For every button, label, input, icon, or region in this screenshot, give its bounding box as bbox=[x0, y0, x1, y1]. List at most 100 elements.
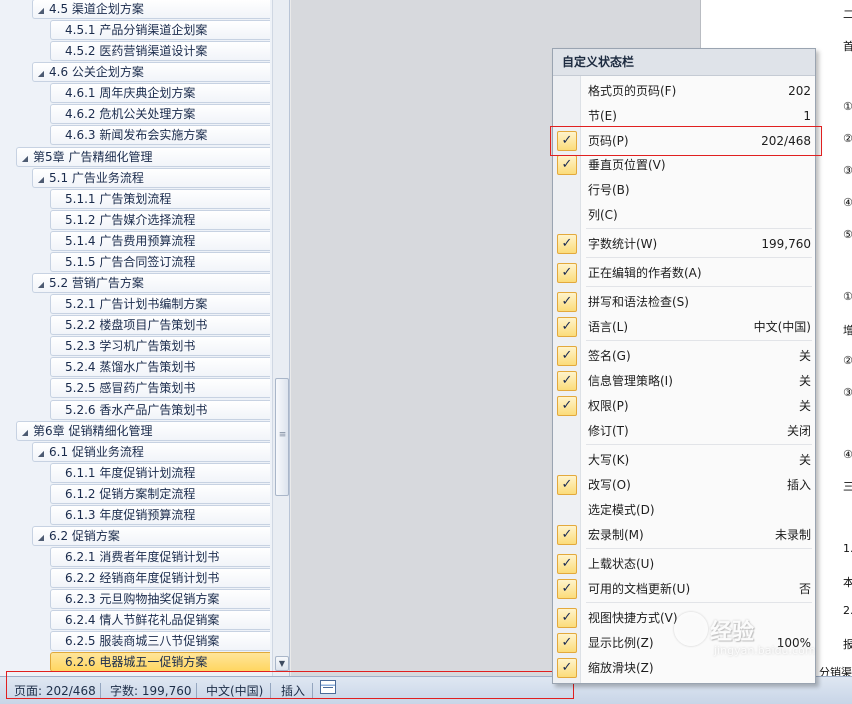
nav-chapter-item[interactable]: ◢ 第6章 促销精细化管理 bbox=[16, 421, 270, 441]
menu-item-label: 行号(B) bbox=[588, 183, 630, 197]
document-text: ③ bbox=[843, 164, 852, 177]
nav-subsection-item[interactable]: 5.1.4 广告费用预算流程 bbox=[50, 231, 270, 251]
nav-subsection-item[interactable]: 6.2.4 情人节鲜花礼品促销案 bbox=[50, 610, 270, 630]
nav-subsection-item[interactable]: 5.2.2 楼盘项目广告策划书 bbox=[50, 315, 270, 335]
menu-item[interactable]: ✓ 信息管理策略(I) 关 bbox=[553, 370, 815, 393]
watermark-text: 经验 bbox=[710, 620, 755, 645]
menu-item[interactable]: ✓ 上载状态(U) bbox=[553, 553, 815, 576]
menu-item[interactable]: 行号(B) bbox=[553, 179, 815, 202]
nav-subsection-item[interactable]: 4.6.2 危机公关处理方案 bbox=[50, 104, 270, 124]
menu-item[interactable]: ✓ 宏录制(M) 未录制 bbox=[553, 524, 815, 547]
nav-subsection-item[interactable]: 6.2.3 元旦购物抽奖促销方案 bbox=[50, 589, 270, 609]
nav-item-label: 5.2.6 香水产品广告策划书 bbox=[65, 403, 208, 417]
nav-subsection-item[interactable]: 4.5.2 医药营销渠道设计案 bbox=[50, 41, 270, 61]
document-text: ⑤ bbox=[843, 228, 852, 241]
nav-item-label: 5.2.3 学习机广告策划书 bbox=[65, 339, 196, 353]
menu-item-label: 拼写和语法检查(S) bbox=[588, 295, 689, 309]
nav-item-label: 5.2.2 楼盘项目广告策划书 bbox=[65, 318, 208, 332]
menu-item[interactable]: ✓ 语言(L) 中文(中国) bbox=[553, 316, 815, 339]
nav-section-item[interactable]: ◢ 5.2 营销广告方案 bbox=[32, 273, 270, 293]
menu-separator bbox=[586, 228, 812, 229]
menu-item[interactable]: ✓ 拼写和语法检查(S) bbox=[553, 291, 815, 314]
nav-section-item[interactable]: ◢ 6.1 促销业务流程 bbox=[32, 442, 270, 462]
menu-item[interactable]: ✓ 签名(G) 关 bbox=[553, 345, 815, 368]
nav-subsection-item[interactable]: 6.2.5 服装商城三八节促销案 bbox=[50, 631, 270, 651]
document-text: ② bbox=[843, 354, 852, 367]
document-text: 二 bbox=[843, 8, 852, 21]
nav-item-label: 6.1.2 促销方案制定流程 bbox=[65, 487, 196, 501]
menu-item[interactable]: 节(E) 1 bbox=[553, 105, 815, 128]
nav-scrollbar-thumb[interactable]: ≡ bbox=[275, 378, 289, 496]
collapse-triangle-icon[interactable]: ◢ bbox=[33, 275, 49, 292]
status-bar-highlight-box bbox=[6, 671, 574, 699]
menu-item-value: 插入 bbox=[786, 478, 811, 492]
paw-logo-icon bbox=[674, 612, 708, 646]
nav-subsection-item[interactable]: 5.2.4 蒸馏水广告策划书 bbox=[50, 357, 270, 377]
collapse-triangle-icon[interactable]: ◢ bbox=[17, 149, 33, 166]
checkmark-icon: ✓ bbox=[557, 371, 577, 391]
nav-subsection-item[interactable]: 5.2.5 感冒药广告策划书 bbox=[50, 378, 270, 398]
document-text: ③ bbox=[843, 386, 852, 399]
nav-subsection-item[interactable]: 4.6.3 新闻发布会实施方案 bbox=[50, 125, 270, 145]
collapse-triangle-icon[interactable]: ◢ bbox=[33, 444, 49, 461]
nav-subsection-item[interactable]: 5.2.3 学习机广告策划书 bbox=[50, 336, 270, 356]
scroll-down-arrow-icon[interactable]: ▼ bbox=[275, 656, 289, 671]
nav-subsection-item[interactable]: 5.1.5 广告合同签订流程 bbox=[50, 252, 270, 272]
nav-subsection-item[interactable]: 5.1.2 广告媒介选择流程 bbox=[50, 210, 270, 230]
nav-subsection-item[interactable]: 5.1.1 广告策划流程 bbox=[50, 189, 270, 209]
collapse-triangle-icon[interactable]: ◢ bbox=[33, 64, 49, 81]
nav-section-item[interactable]: ◢ 4.5 渠道企划方案 bbox=[32, 0, 270, 19]
menu-item[interactable]: ✓ 可用的文档更新(U) 否 bbox=[553, 578, 815, 601]
page-number-highlight-box bbox=[550, 126, 822, 156]
nav-section-item[interactable]: ◢ 6.2 促销方案 bbox=[32, 526, 270, 546]
document-text: ① bbox=[843, 290, 852, 303]
nav-item-label: 6.2 促销方案 bbox=[49, 529, 120, 543]
collapse-triangle-icon[interactable]: ◢ bbox=[33, 528, 49, 545]
nav-subsection-item[interactable]: 4.6.1 周年庆典企划方案 bbox=[50, 83, 270, 103]
menu-item[interactable]: ✓ 垂直页位置(V) bbox=[553, 154, 815, 177]
menu-item[interactable]: 修订(T) 关闭 bbox=[553, 420, 815, 443]
menu-item[interactable]: 列(C) bbox=[553, 204, 815, 227]
menu-item-label: 垂直页位置(V) bbox=[588, 158, 666, 172]
collapse-triangle-icon[interactable]: ◢ bbox=[33, 1, 49, 18]
nav-subsection-item[interactable]: 6.1.2 促销方案制定流程 bbox=[50, 484, 270, 504]
menu-item[interactable]: ✓ 正在编辑的作者数(A) bbox=[553, 262, 815, 285]
nav-subsection-item[interactable]: 6.2.6 电器城五一促销方案 bbox=[50, 652, 270, 672]
nav-subsection-item[interactable]: 5.2.1 广告计划书编制方案 bbox=[50, 294, 270, 314]
nav-subsection-item[interactable]: 4.5.1 产品分销渠道企划案 bbox=[50, 20, 270, 40]
nav-subsection-item[interactable]: 6.2.2 经销商年度促销计划书 bbox=[50, 568, 270, 588]
nav-section-item[interactable]: ◢ 4.6 公关企划方案 bbox=[32, 62, 270, 82]
menu-item[interactable]: ✓ 字数统计(W) 199,760 bbox=[553, 233, 815, 256]
nav-item-label: 5.1 广告业务流程 bbox=[49, 171, 144, 185]
nav-item-label: 6.2.6 电器城五一促销方案 bbox=[65, 655, 208, 669]
nav-item-label: 5.1.2 广告媒介选择流程 bbox=[65, 213, 196, 227]
menu-item-value: 202 bbox=[788, 84, 811, 98]
collapse-triangle-icon[interactable]: ◢ bbox=[17, 423, 33, 440]
menu-separator bbox=[586, 257, 812, 258]
menu-item[interactable]: 大写(K) 关 bbox=[553, 449, 815, 472]
menu-item-value: 关闭 bbox=[786, 424, 811, 438]
menu-item[interactable]: 选定模式(D) bbox=[553, 499, 815, 522]
nav-section-item[interactable]: ◢ 5.1 广告业务流程 bbox=[32, 168, 270, 188]
document-text: ④ bbox=[843, 448, 852, 461]
menu-item[interactable]: ✓ 权限(P) 关 bbox=[553, 395, 815, 418]
menu-item-label: 选定模式(D) bbox=[588, 503, 655, 517]
nav-subsection-item[interactable]: 5.2.6 香水产品广告策划书 bbox=[50, 400, 270, 420]
menu-item[interactable]: ✓ 改写(O) 插入 bbox=[553, 474, 815, 497]
menu-item-label: 节(E) bbox=[588, 109, 617, 123]
collapse-triangle-icon[interactable]: ◢ bbox=[33, 170, 49, 187]
nav-subsection-item[interactable]: 6.2.1 消费者年度促销计划书 bbox=[50, 547, 270, 567]
document-text: ④ bbox=[843, 196, 852, 209]
nav-item-label: 5.1.5 广告合同签订流程 bbox=[65, 255, 196, 269]
nav-subsection-item[interactable]: 6.1.3 年度促销预算流程 bbox=[50, 505, 270, 525]
nav-subsection-item[interactable]: 6.1.1 年度促销计划流程 bbox=[50, 463, 270, 483]
nav-scrollbar[interactable]: ≡ ▼ bbox=[272, 0, 289, 676]
menu-item-label: 缩放滑块(Z) bbox=[588, 661, 654, 675]
checkmark-icon: ✓ bbox=[557, 346, 577, 366]
menu-item-label: 语言(L) bbox=[588, 320, 629, 334]
nav-chapter-item[interactable]: ◢ 第5章 广告精细化管理 bbox=[16, 147, 270, 167]
menu-item[interactable]: 格式页的页码(F) 202 bbox=[553, 80, 815, 103]
nav-item-label: 4.6.2 危机公关处理方案 bbox=[65, 107, 196, 121]
document-text: 三 bbox=[843, 480, 852, 493]
menu-separator bbox=[586, 340, 812, 341]
